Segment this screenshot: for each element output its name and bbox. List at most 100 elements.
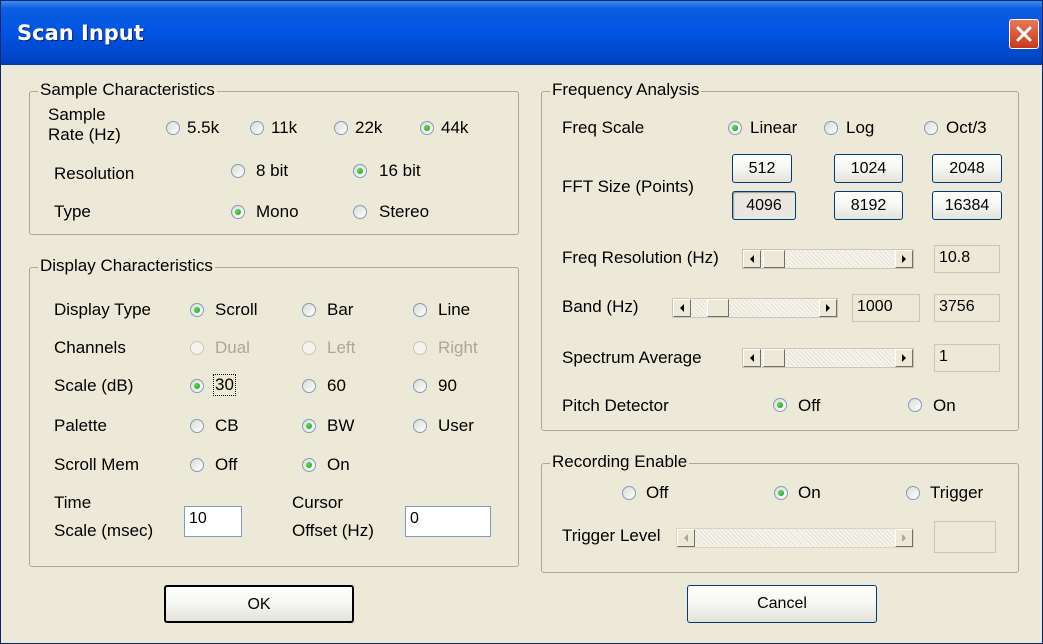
scroll-mem-radio-on[interactable]	[302, 458, 316, 472]
fft-8192-button[interactable]: 8192	[834, 191, 903, 220]
cursor-offset-label-line1: Cursor	[292, 493, 344, 512]
recording-radio-on[interactable]	[774, 486, 788, 500]
resolution-radio-8bit[interactable]	[231, 164, 245, 178]
channels-radio-right	[413, 341, 427, 355]
freq-scale-label-linear[interactable]: Linear	[750, 118, 797, 138]
palette-radio-bw[interactable]	[302, 419, 316, 433]
display-type-radio-scroll[interactable]	[190, 303, 204, 317]
resolution-label-8bit[interactable]: 8 bit	[256, 161, 288, 181]
scroll-mem-label: Scroll Mem	[54, 455, 140, 474]
scroll-mem-label-off[interactable]: Off	[215, 455, 237, 475]
spectrum-average-thumb[interactable]	[763, 349, 785, 367]
freq-scale-label-log[interactable]: Log	[846, 118, 874, 138]
recording-label-trigger[interactable]: Trigger	[930, 483, 983, 503]
freq-resolution-right-arrow[interactable]	[895, 250, 913, 268]
cancel-button[interactable]: Cancel	[687, 585, 877, 623]
freq-scale-label-oct3[interactable]: Oct/3	[946, 118, 987, 138]
trigger-level-value	[934, 521, 996, 553]
scale-label-90[interactable]: 90	[438, 376, 457, 396]
resolution-label-16bit[interactable]: 16 bit	[379, 161, 421, 181]
time-scale-input[interactable]: 10	[184, 506, 242, 537]
palette-label-cb[interactable]: CB	[215, 416, 239, 436]
freq-resolution-left-arrow[interactable]	[743, 250, 761, 268]
fft-1024-button[interactable]: 1024	[834, 154, 903, 183]
band-label: Band (Hz)	[562, 297, 639, 316]
freq-scale-radio-log[interactable]	[824, 121, 838, 135]
time-scale-label-line2: Scale (msec)	[54, 521, 154, 540]
spectrum-average-right-arrow[interactable]	[895, 349, 913, 367]
rate-radio-22k[interactable]	[334, 121, 348, 135]
band-slider[interactable]	[672, 298, 838, 318]
display-type-label-line[interactable]: Line	[438, 300, 470, 320]
channels-label: Channels	[54, 338, 126, 357]
freq-scale-radio-linear[interactable]	[728, 121, 742, 135]
freq-resolution-slider[interactable]	[742, 249, 914, 269]
ok-button[interactable]: OK	[164, 585, 354, 623]
display-type-radio-bar[interactable]	[302, 303, 316, 317]
spectrum-average-label: Spectrum Average	[562, 348, 702, 367]
fft-4096-button[interactable]: 4096	[732, 191, 796, 220]
recording-label-off[interactable]: Off	[646, 483, 668, 503]
resolution-radio-16bit[interactable]	[353, 164, 367, 178]
rate-label-11k[interactable]: 11k	[271, 118, 297, 138]
spectrum-average-value: 1	[934, 344, 1000, 372]
rate-label-5.5k[interactable]: 5.5k	[187, 118, 219, 138]
palette-label-user[interactable]: User	[438, 416, 474, 436]
scale-radio-30[interactable]	[190, 379, 204, 393]
band-right-arrow[interactable]	[819, 299, 837, 317]
scale-label-30[interactable]: 30	[213, 374, 236, 396]
fft-size-label: FFT Size (Points)	[562, 177, 694, 196]
fft-512-button[interactable]: 512	[732, 154, 792, 183]
display-type-radio-line[interactable]	[413, 303, 427, 317]
title-bar[interactable]: Scan Input	[1, 1, 1042, 65]
channels-label-right: Right	[438, 338, 478, 357]
scale-label-60[interactable]: 60	[327, 376, 346, 396]
type-radio-stereo[interactable]	[353, 205, 367, 219]
type-radio-mono[interactable]	[231, 205, 245, 219]
sample-rate-label-line2: Rate (Hz)	[48, 125, 121, 144]
palette-label-bw[interactable]: BW	[327, 416, 354, 436]
rate-radio-5.5k[interactable]	[166, 121, 180, 135]
rate-label-22k[interactable]: 22k	[355, 118, 382, 138]
pitch-radio-on[interactable]	[908, 398, 922, 412]
scale-radio-60[interactable]	[302, 379, 316, 393]
spectrum-average-left-arrow[interactable]	[743, 349, 761, 367]
scroll-mem-label-on[interactable]: On	[327, 455, 350, 475]
channels-label-left: Left	[327, 338, 356, 357]
freq-scale-radio-oct3[interactable]	[924, 121, 938, 135]
frequency-analysis-title: Frequency Analysis	[550, 80, 702, 100]
pitch-detector-label: Pitch Detector	[562, 396, 669, 415]
cursor-offset-label-line2: Offset (Hz)	[292, 521, 374, 540]
recording-radio-trigger[interactable]	[906, 486, 920, 500]
band-thumb[interactable]	[707, 299, 729, 317]
scale-label: Scale (dB)	[54, 376, 134, 395]
spectrum-average-slider[interactable]	[742, 348, 914, 368]
recording-label-on[interactable]: On	[798, 483, 821, 503]
band-low-value: 1000	[852, 294, 920, 322]
cursor-offset-input[interactable]: 0	[405, 506, 491, 537]
rate-radio-11k[interactable]	[250, 121, 264, 135]
sample-characteristics-title: Sample Characteristics	[38, 80, 217, 100]
type-label-stereo[interactable]: Stereo	[379, 202, 429, 222]
band-left-arrow[interactable]	[673, 299, 691, 317]
channels-radio-left	[302, 341, 316, 355]
scroll-mem-radio-off[interactable]	[190, 458, 204, 472]
display-type-label-scroll[interactable]: Scroll	[215, 300, 258, 320]
fft-2048-button[interactable]: 2048	[932, 154, 1002, 183]
palette-radio-cb[interactable]	[190, 419, 204, 433]
scale-radio-90[interactable]	[413, 379, 427, 393]
type-label-mono[interactable]: Mono	[256, 202, 299, 222]
pitch-label-on[interactable]: On	[933, 396, 956, 416]
band-high-value: 3756	[934, 294, 1000, 322]
recording-radio-off[interactable]	[622, 486, 636, 500]
freq-resolution-thumb[interactable]	[763, 250, 785, 268]
pitch-label-off[interactable]: Off	[798, 396, 820, 416]
close-button[interactable]	[1009, 19, 1039, 49]
display-type-label-bar[interactable]: Bar	[327, 300, 353, 320]
fft-16384-button[interactable]: 16384	[932, 191, 1002, 220]
freq-resolution-value: 10.8	[934, 245, 1000, 273]
pitch-radio-off[interactable]	[773, 398, 787, 412]
rate-label-44k[interactable]: 44k	[441, 118, 468, 138]
palette-radio-user[interactable]	[413, 419, 427, 433]
rate-radio-44k[interactable]	[420, 121, 434, 135]
